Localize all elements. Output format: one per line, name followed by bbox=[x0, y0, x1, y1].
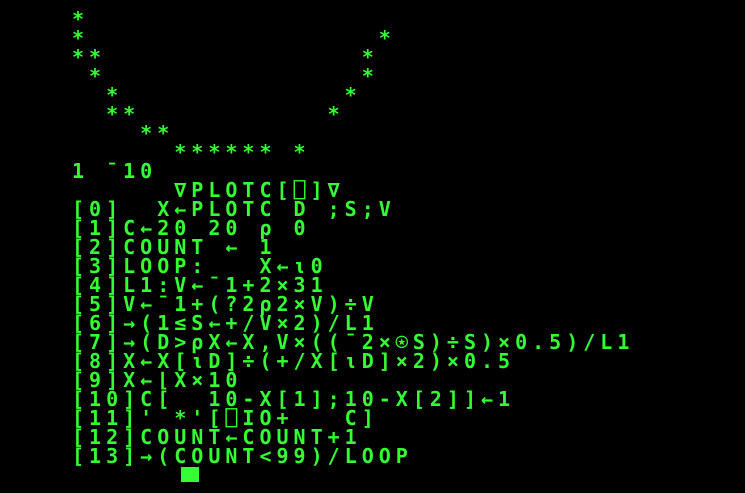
terminal-screen[interactable]: * * * ** * * * * * ** * ** ****** * 1 ¯1… bbox=[0, 0, 745, 493]
text-cursor bbox=[181, 467, 199, 482]
terminal-line: [13]→(COUNT<99)/LOOP bbox=[72, 444, 413, 468]
